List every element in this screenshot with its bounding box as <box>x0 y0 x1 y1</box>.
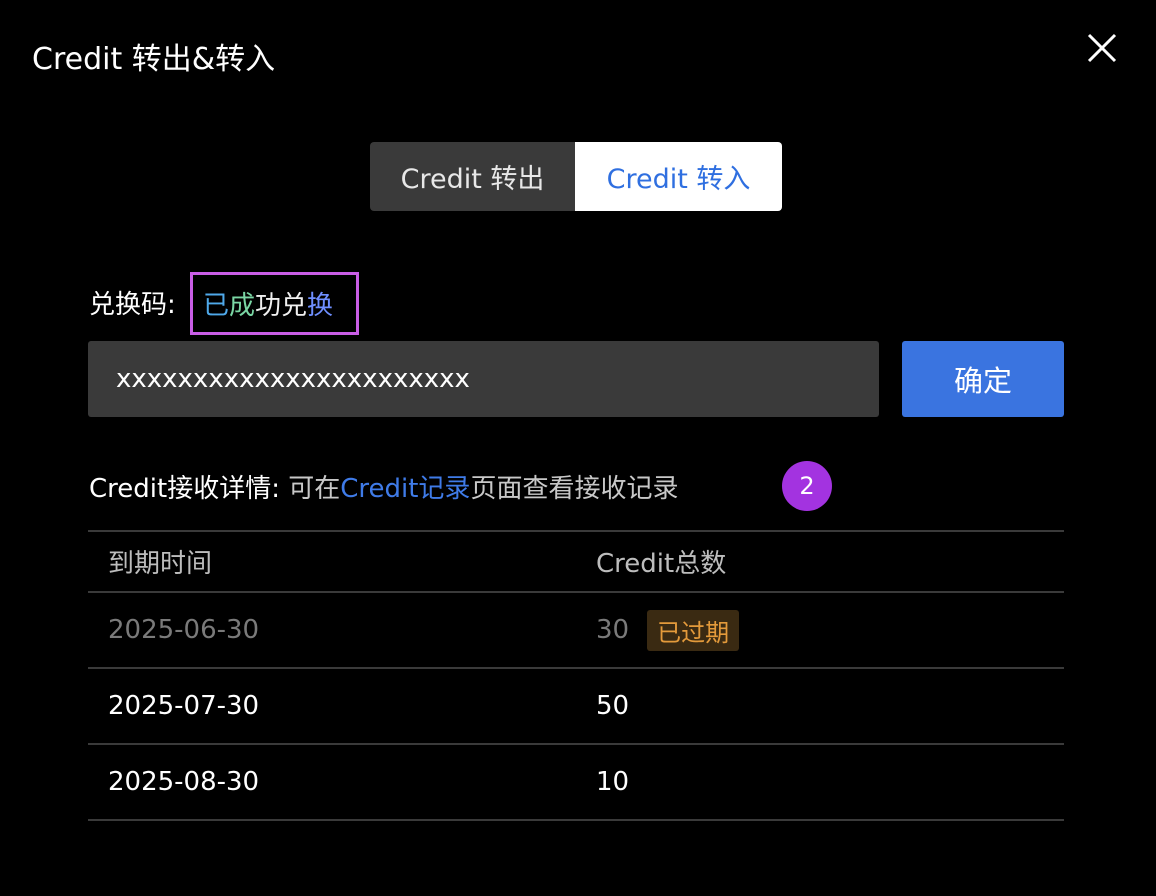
table-header: 到期时间 Credit总数 <box>88 532 1064 591</box>
expiry-date: 2025-06-30 <box>108 615 260 645</box>
header-credit-total: Credit总数 <box>596 549 727 579</box>
header-expiry: 到期时间 <box>108 549 213 579</box>
table-row: 2025-07-30 50 <box>88 669 1064 743</box>
credit-total-cell: 30 已过期 <box>596 609 1064 651</box>
table-row: 2025-08-30 10 <box>88 745 1064 819</box>
credit-total: 50 <box>596 691 630 721</box>
redeem-code-label: 兑换码: <box>89 290 176 320</box>
redeem-status: 已成功兑换 <box>190 272 359 335</box>
tab-credit-out[interactable]: Credit 转出 <box>370 142 575 211</box>
credit-record-link[interactable]: Credit记录 <box>340 474 470 504</box>
step-badge: 2 <box>782 461 832 511</box>
credit-total: 10 <box>596 767 630 797</box>
close-icon <box>1087 33 1117 63</box>
confirm-button[interactable]: 确定 <box>902 341 1064 417</box>
transfer-tabs: Credit 转出 Credit 转入 <box>370 142 782 211</box>
credit-total: 30 <box>596 615 630 645</box>
dialog-title: Credit 转出&转入 <box>32 42 276 77</box>
expiry-date: 2025-07-30 <box>108 691 260 721</box>
redeem-code-input[interactable] <box>88 341 879 417</box>
table-row: 2025-06-30 30 已过期 <box>88 593 1064 667</box>
detail-prefix: 可在 <box>288 474 341 504</box>
tab-credit-in[interactable]: Credit 转入 <box>575 142 782 211</box>
detail-label: Credit接收详情: <box>89 474 280 504</box>
redeem-status-part: 已 <box>203 291 230 321</box>
credit-table: 到期时间 Credit总数 2025-06-30 30 已过期 2025-07-… <box>88 530 1064 821</box>
expired-tag: 已过期 <box>647 609 740 651</box>
divider <box>88 819 1064 821</box>
detail-suffix: 页面查看接收记录 <box>470 474 679 504</box>
credit-receive-detail: Credit接收详情: 可在Credit记录页面查看接收记录 <box>89 468 678 505</box>
expiry-date: 2025-08-30 <box>108 767 260 797</box>
redeem-status-part: 换 <box>307 291 334 321</box>
redeem-status-part: 成 <box>229 291 256 321</box>
close-button[interactable] <box>1084 30 1120 66</box>
redeem-status-part: 功兑 <box>255 291 308 321</box>
